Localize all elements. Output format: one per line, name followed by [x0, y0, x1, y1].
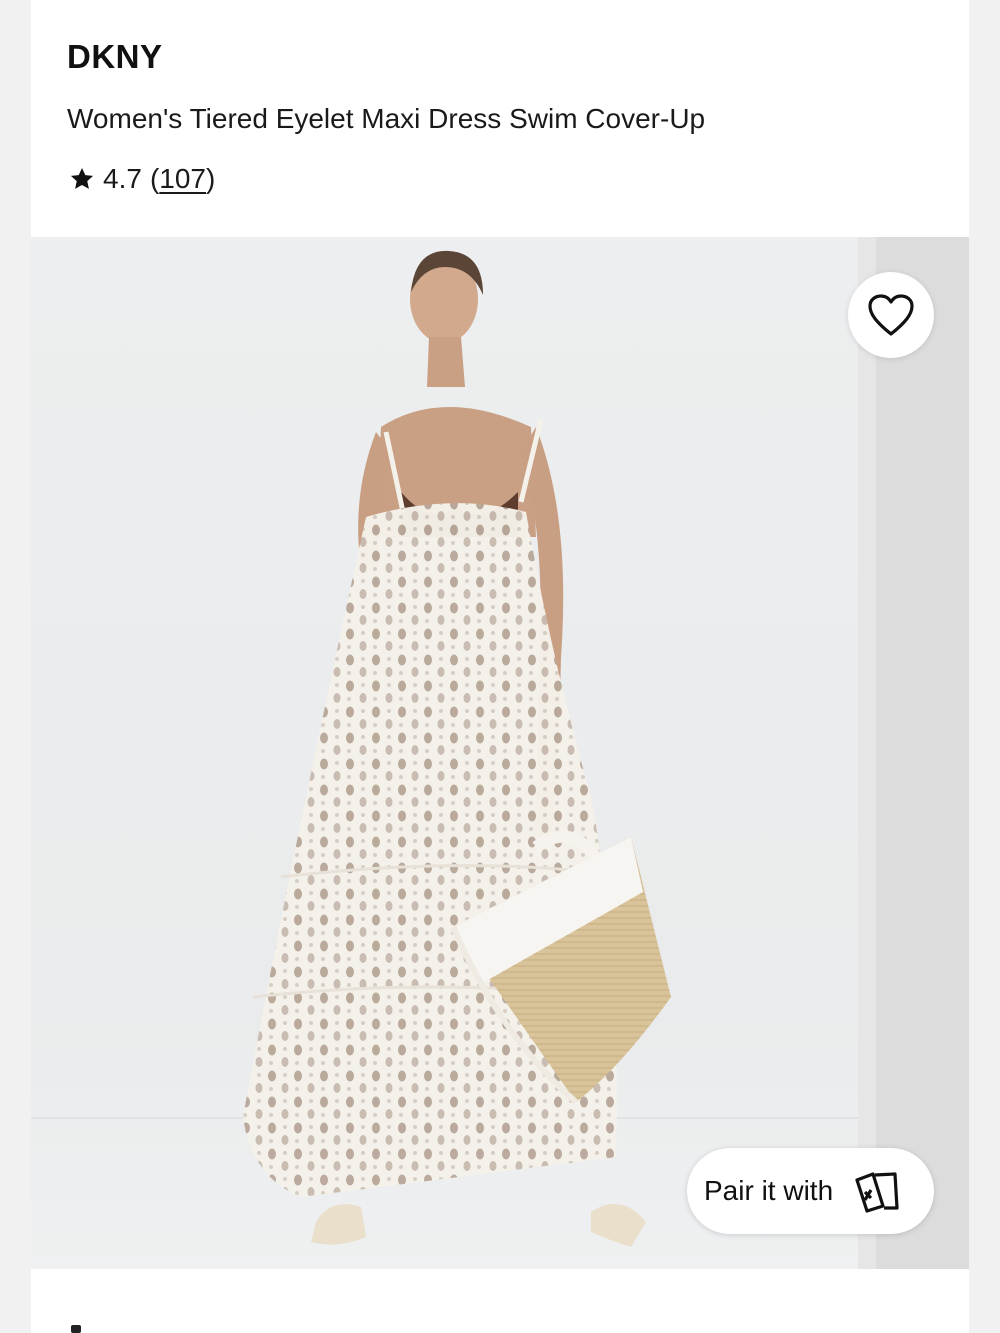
review-count[interactable]: (107): [150, 163, 215, 195]
pair-it-with-button[interactable]: Pair it with: [687, 1148, 934, 1234]
star-icon: [69, 166, 95, 192]
favorite-button[interactable]: [848, 272, 934, 358]
cards-icon: [851, 1168, 903, 1214]
brand-name[interactable]: DKNY: [67, 38, 163, 76]
model-illustration: [243, 250, 671, 1247]
product-image[interactable]: [31, 237, 858, 1269]
product-image-gallery[interactable]: Pair it with: [31, 237, 969, 1269]
below-gallery-section: [31, 1269, 969, 1333]
product-page: DKNY Women's Tiered Eyelet Maxi Dress Sw…: [31, 0, 969, 1333]
rating-value: 4.7: [103, 163, 142, 194]
product-title: Women's Tiered Eyelet Maxi Dress Swim Co…: [67, 103, 706, 134]
heart-icon: [866, 292, 916, 338]
section-marker: [71, 1325, 81, 1333]
next-image-preview[interactable]: [876, 237, 969, 1269]
rating-summary[interactable]: 4.7 (107): [69, 163, 215, 195]
pair-it-with-label: Pair it with: [704, 1175, 834, 1206]
review-count-link[interactable]: 107: [159, 163, 206, 194]
